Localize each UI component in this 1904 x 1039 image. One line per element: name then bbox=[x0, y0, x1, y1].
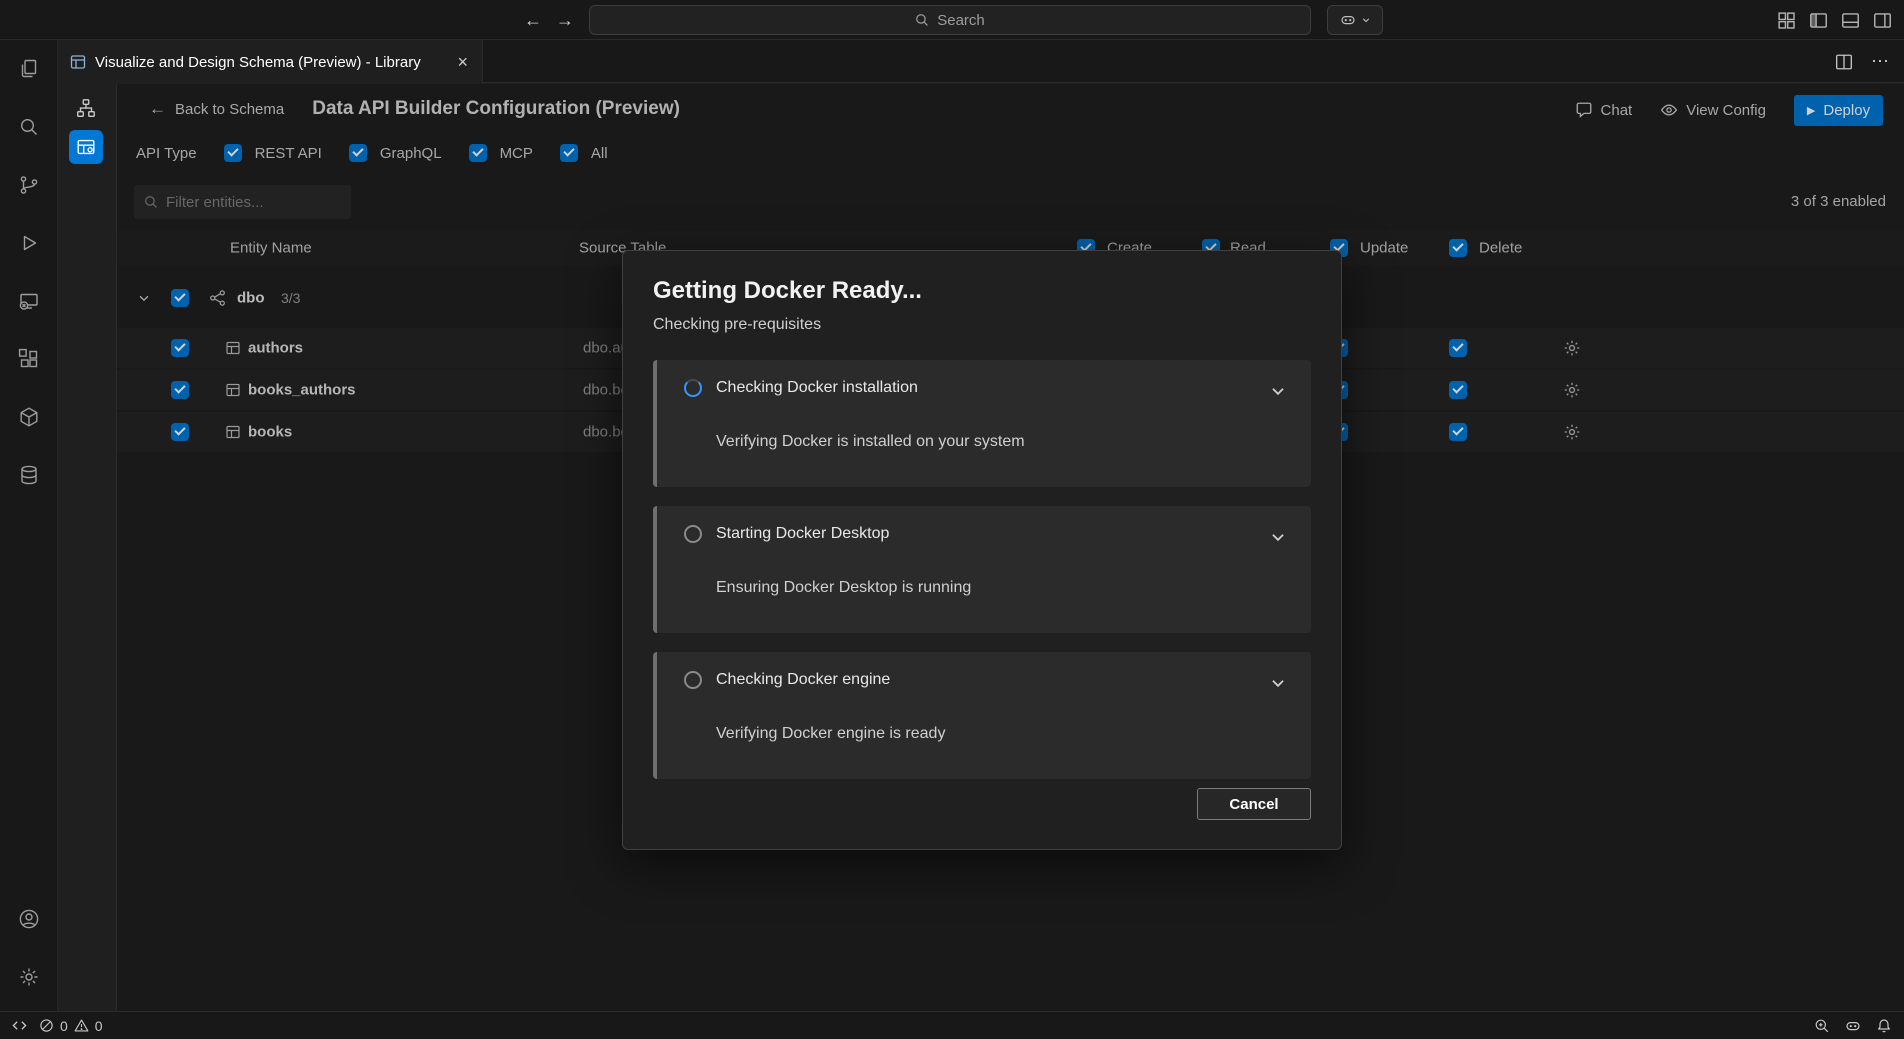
step-title: Starting Docker Desktop bbox=[716, 525, 889, 543]
warning-icon bbox=[74, 1018, 89, 1033]
step-docker-engine[interactable]: Checking Docker engine Verifying Docker … bbox=[653, 652, 1311, 779]
nav-back-button[interactable]: ← bbox=[520, 8, 546, 32]
cancel-button[interactable]: Cancel bbox=[1197, 788, 1311, 820]
docker-ready-dialog: Getting Docker Ready... Checking pre-req… bbox=[622, 250, 1342, 850]
toggle-secondary-sidebar-button[interactable] bbox=[1872, 10, 1892, 30]
tab-visualize-design-schema[interactable]: Visualize and Design Schema (Preview) - … bbox=[58, 40, 483, 84]
step-title: Checking Docker installation bbox=[716, 379, 918, 397]
config-view-button[interactable] bbox=[69, 130, 103, 164]
nav-forward-button[interactable]: → bbox=[552, 8, 578, 32]
schema-designer-tab-icon bbox=[70, 54, 86, 70]
chevron-down-icon bbox=[1361, 15, 1371, 25]
title-bar: ← → Search bbox=[0, 0, 1904, 40]
dialog-subtitle: Checking pre-requisites bbox=[653, 316, 1311, 334]
run-debug-icon[interactable] bbox=[5, 219, 53, 267]
copilot-status-icon[interactable] bbox=[1845, 1018, 1861, 1034]
schema-view-button[interactable] bbox=[69, 91, 103, 125]
tab-title: Visualize and Design Schema (Preview) - … bbox=[95, 54, 421, 71]
toggle-primary-sidebar-button[interactable] bbox=[1808, 10, 1828, 30]
settings-gear-icon[interactable] bbox=[5, 953, 53, 1001]
notifications-bell-icon[interactable] bbox=[1876, 1018, 1892, 1034]
split-editor-button[interactable] bbox=[1835, 53, 1853, 71]
tab-bar-actions: ⋯ bbox=[1835, 40, 1890, 83]
dialog-title: Getting Docker Ready... bbox=[653, 277, 1311, 305]
chevron-down-icon[interactable] bbox=[1269, 528, 1287, 546]
spinner-icon bbox=[684, 379, 702, 397]
problems-indicator[interactable]: 0 0 bbox=[39, 1018, 103, 1034]
command-center-label: Search bbox=[937, 12, 985, 29]
editor-tab-bar: Visualize and Design Schema (Preview) - … bbox=[58, 40, 1904, 83]
container-cube-icon[interactable] bbox=[5, 393, 53, 441]
toggle-panel-button[interactable] bbox=[1840, 10, 1860, 30]
search-view-icon[interactable] bbox=[5, 103, 53, 151]
step-description: Ensuring Docker Desktop is running bbox=[716, 579, 1287, 597]
remote-indicator-icon[interactable] bbox=[12, 1018, 27, 1033]
error-icon bbox=[39, 1018, 54, 1033]
extensions-icon[interactable] bbox=[5, 335, 53, 383]
layout-controls bbox=[1776, 0, 1892, 40]
step-docker-installation[interactable]: Checking Docker installation Verifying D… bbox=[653, 360, 1311, 487]
schema-designer-toolbar bbox=[58, 84, 117, 1011]
error-count: 0 bbox=[60, 1018, 68, 1034]
search-icon bbox=[915, 13, 929, 27]
chevron-down-icon[interactable] bbox=[1269, 382, 1287, 400]
remote-explorer-icon[interactable] bbox=[5, 277, 53, 325]
pending-circle-icon bbox=[684, 525, 702, 543]
database-icon[interactable] bbox=[5, 451, 53, 499]
more-actions-button[interactable]: ⋯ bbox=[1871, 51, 1890, 72]
copilot-menu-button[interactable] bbox=[1327, 5, 1383, 35]
forward-arrow-icon: → bbox=[556, 10, 574, 31]
customize-layout-button[interactable] bbox=[1776, 10, 1796, 30]
tab-close-button[interactable]: × bbox=[455, 53, 470, 71]
step-description: Verifying Docker is installed on your sy… bbox=[716, 433, 1287, 451]
copilot-icon bbox=[1340, 12, 1356, 28]
command-center-search[interactable]: Search bbox=[589, 5, 1311, 35]
source-control-icon[interactable] bbox=[5, 161, 53, 209]
explorer-icon[interactable] bbox=[5, 45, 53, 93]
status-bar: 0 0 bbox=[0, 1011, 1904, 1039]
zoom-icon[interactable] bbox=[1814, 1018, 1830, 1034]
vscode-window: ← → Search bbox=[0, 0, 1904, 1039]
account-icon[interactable] bbox=[5, 895, 53, 943]
back-arrow-icon: ← bbox=[524, 10, 542, 31]
step-docker-desktop[interactable]: Starting Docker Desktop Ensuring Docker … bbox=[653, 506, 1311, 633]
step-title: Checking Docker engine bbox=[716, 671, 890, 689]
step-description: Verifying Docker engine is ready bbox=[716, 725, 1287, 743]
chevron-down-icon[interactable] bbox=[1269, 674, 1287, 692]
pending-circle-icon bbox=[684, 671, 702, 689]
warning-count: 0 bbox=[95, 1018, 103, 1034]
activity-bar bbox=[0, 40, 58, 1011]
